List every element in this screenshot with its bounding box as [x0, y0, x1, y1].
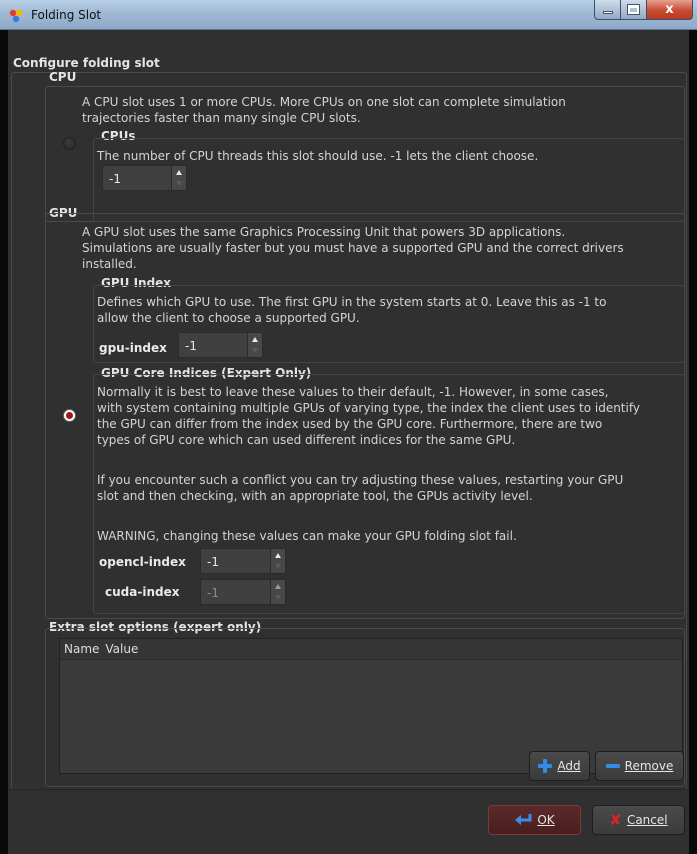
spin-up-icon[interactable] [176, 170, 182, 175]
cancel-button[interactable]: ✘ Cancel [592, 805, 685, 835]
gpu-index-label: gpu-index [99, 341, 167, 355]
cpus-description: The number of CPU threads this slot shou… [97, 149, 539, 163]
gpu-core-description-line-6: If you encounter such a conflict you can… [97, 473, 624, 487]
opencl-index-spinbox[interactable]: -1 [200, 548, 286, 574]
gpu-index-value: -1 [185, 339, 197, 353]
spin-up-icon[interactable] [252, 337, 258, 342]
spin-down-icon[interactable] [275, 564, 281, 569]
cpus-spin-arrows[interactable] [171, 166, 186, 190]
gpu-description-line-3: installed. [82, 257, 137, 271]
title-bar[interactable]: Folding Slot x [0, 0, 697, 30]
column-header-value[interactable]: Value [101, 642, 140, 656]
plus-icon [538, 759, 553, 773]
column-header-name[interactable]: Name [60, 642, 101, 656]
cuda-index-spinbox[interactable]: -1 [200, 579, 286, 605]
gpu-core-warning: WARNING, changing these values can make … [97, 529, 517, 543]
cpu-description-line-1: A CPU slot uses 1 or more CPUs. More CPU… [82, 95, 566, 109]
remove-button[interactable]: Remove [595, 751, 684, 781]
remove-label: Remove [624, 759, 674, 773]
cpu-slot-radio[interactable] [63, 137, 76, 150]
maximize-icon [627, 4, 640, 15]
minus-icon [605, 764, 620, 768]
gpu-core-description-line-1: Normally it is best to leave these value… [97, 385, 609, 399]
configure-title: Configure folding slot [13, 56, 160, 70]
gpu-description-line-2: Simulations are usually faster but you m… [82, 241, 624, 255]
window-title: Folding Slot [31, 8, 102, 22]
cuda-index-spin-arrows[interactable] [270, 580, 285, 604]
spin-down-icon[interactable] [275, 595, 281, 600]
cpu-title: CPU [49, 70, 77, 84]
minimize-icon [602, 11, 613, 14]
cpus-value: -1 [109, 172, 121, 186]
gpu-description-line-1: A GPU slot uses the same Graphics Proces… [82, 225, 566, 239]
table-header: Name Value [60, 639, 682, 660]
folding-app-icon [9, 9, 23, 23]
dialog-body: Configure folding slot CPU A CPU slot us… [8, 30, 689, 854]
window-controls: x [594, 0, 693, 22]
spin-up-icon[interactable] [275, 584, 281, 589]
close-icon: x [665, 2, 674, 17]
gpu-core-description-line-7: slot and then checking, with an appropri… [97, 489, 533, 503]
gpu-core-description-line-2: with system containing multiple GPUs of … [97, 401, 640, 415]
add-button[interactable]: Add [529, 751, 590, 781]
gpu-index-description-line-1: Defines which GPU to use. The first GPU … [97, 295, 607, 309]
close-button[interactable]: x [647, 0, 693, 20]
gpu-index-spin-arrows[interactable] [247, 333, 262, 357]
spin-down-icon[interactable] [252, 348, 258, 353]
minimize-button[interactable] [594, 0, 621, 20]
add-label: Add [557, 759, 581, 773]
maximize-button[interactable] [621, 0, 647, 20]
opencl-index-value: -1 [207, 555, 219, 569]
ok-label: OK [537, 813, 555, 827]
spin-down-icon[interactable] [176, 181, 182, 186]
opencl-index-label: opencl-index [99, 555, 186, 569]
cpu-description-line-2: trajectories faster than many single CPU… [82, 111, 361, 125]
cpus-spinbox[interactable]: -1 [102, 165, 187, 191]
cancel-x-icon: ✘ [609, 811, 622, 829]
gpu-core-description-line-4: types of GPU core which can used differe… [97, 433, 516, 447]
footer-separator [8, 789, 689, 790]
gpu-core-description-line-3: the GPU can differ from the index used b… [97, 417, 603, 431]
opencl-index-spin-arrows[interactable] [270, 549, 285, 573]
gpu-index-spinbox[interactable]: -1 [178, 332, 263, 358]
cancel-label: Cancel [626, 813, 668, 827]
spin-up-icon[interactable] [275, 553, 281, 558]
cuda-index-value: -1 [207, 586, 219, 600]
gpu-slot-radio[interactable] [63, 409, 76, 422]
gpu-index-description-line-2: allow the client to choose a supported G… [97, 311, 360, 325]
ok-button[interactable]: OK [488, 805, 581, 835]
cuda-index-label: cuda-index [105, 585, 180, 599]
enter-arrow-icon [515, 814, 532, 825]
